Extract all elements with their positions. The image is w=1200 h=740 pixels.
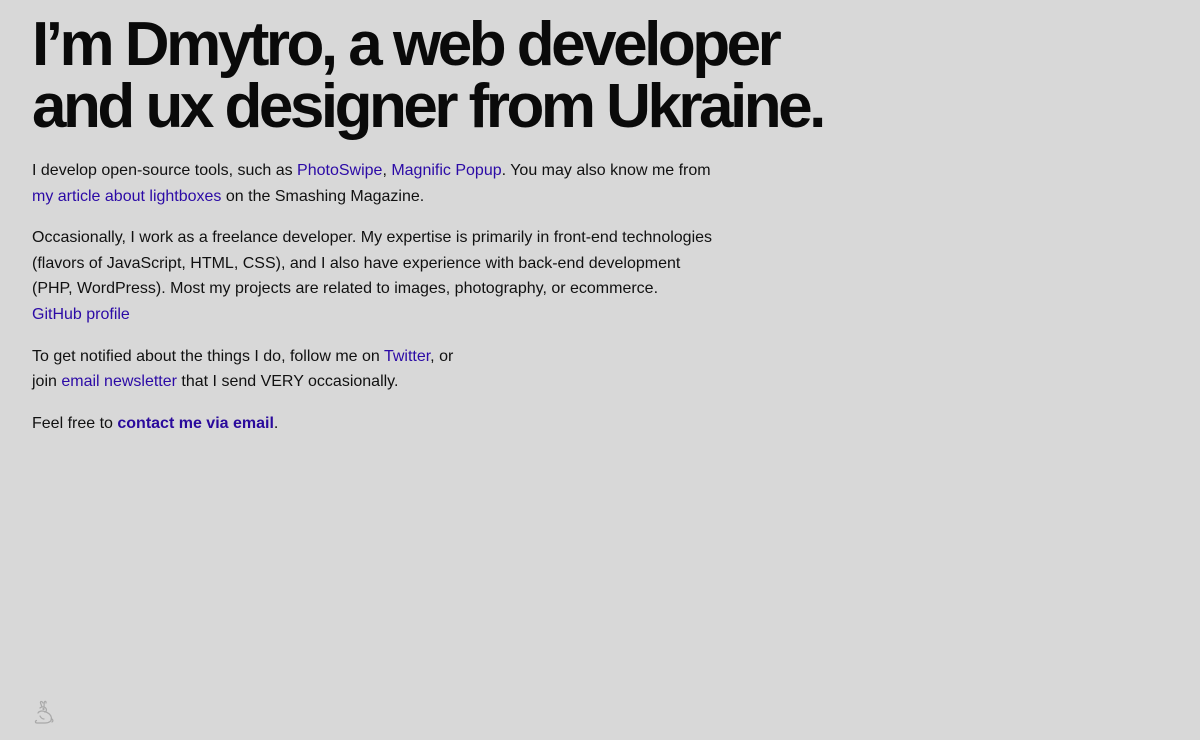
intro-paragraph: I develop open-source tools, such as Pho… [32,158,852,209]
notify-paragraph: To get notified about the things I do, f… [32,344,852,395]
intro-separator: , [382,162,392,179]
freelance-paragraph: Occasionally, I work as a freelance deve… [32,225,852,327]
title-line-1: I’m Dmytro, a web developer [32,10,782,79]
freelance-line-2: (flavors of JavaScript, HTML, CSS), and … [32,254,681,272]
notify-text-1: To get notified about the things I do, f… [32,347,384,365]
page-title: I’m Dmytro, a web developer and ux desig… [32,14,852,138]
email-newsletter-link[interactable]: email newsletter [61,373,177,390]
main-content: I’m Dmytro, a web developer and ux desig… [32,14,852,436]
photoswipe-link[interactable]: PhotoSwipe [297,162,382,179]
freelance-line-3: (PHP, WordPress). Most my projects are r… [32,280,659,298]
contact-email-link[interactable]: contact me via email [117,415,274,432]
twitter-link[interactable]: Twitter [384,348,430,365]
contact-paragraph: Feel free to contact me via email. [32,411,852,437]
notify-text-2: , or [430,347,454,365]
lightbox-article-link[interactable]: my article about lightboxes [32,188,221,205]
notify-text-3: join [32,373,62,391]
rabbit-outline-icon [31,699,57,725]
contact-text-2: . [273,414,279,432]
contact-text-1: Feel free to [32,414,118,432]
notify-text-4: that I send VERY occasionally. [176,373,399,391]
magnific-popup-link[interactable]: Magnific Popup [391,162,501,179]
github-profile-link[interactable]: GitHub profile [32,306,130,323]
intro-text-1: I develop open-source tools, such as [32,162,298,179]
title-line-2: and ux designer from Ukraine. [32,72,826,141]
freelance-line-1: Occasionally, I work as a freelance deve… [32,229,713,247]
intro-text-2: . You may also know me from [501,162,711,179]
intro-text-3: on the Smashing Magazine. [221,187,425,205]
